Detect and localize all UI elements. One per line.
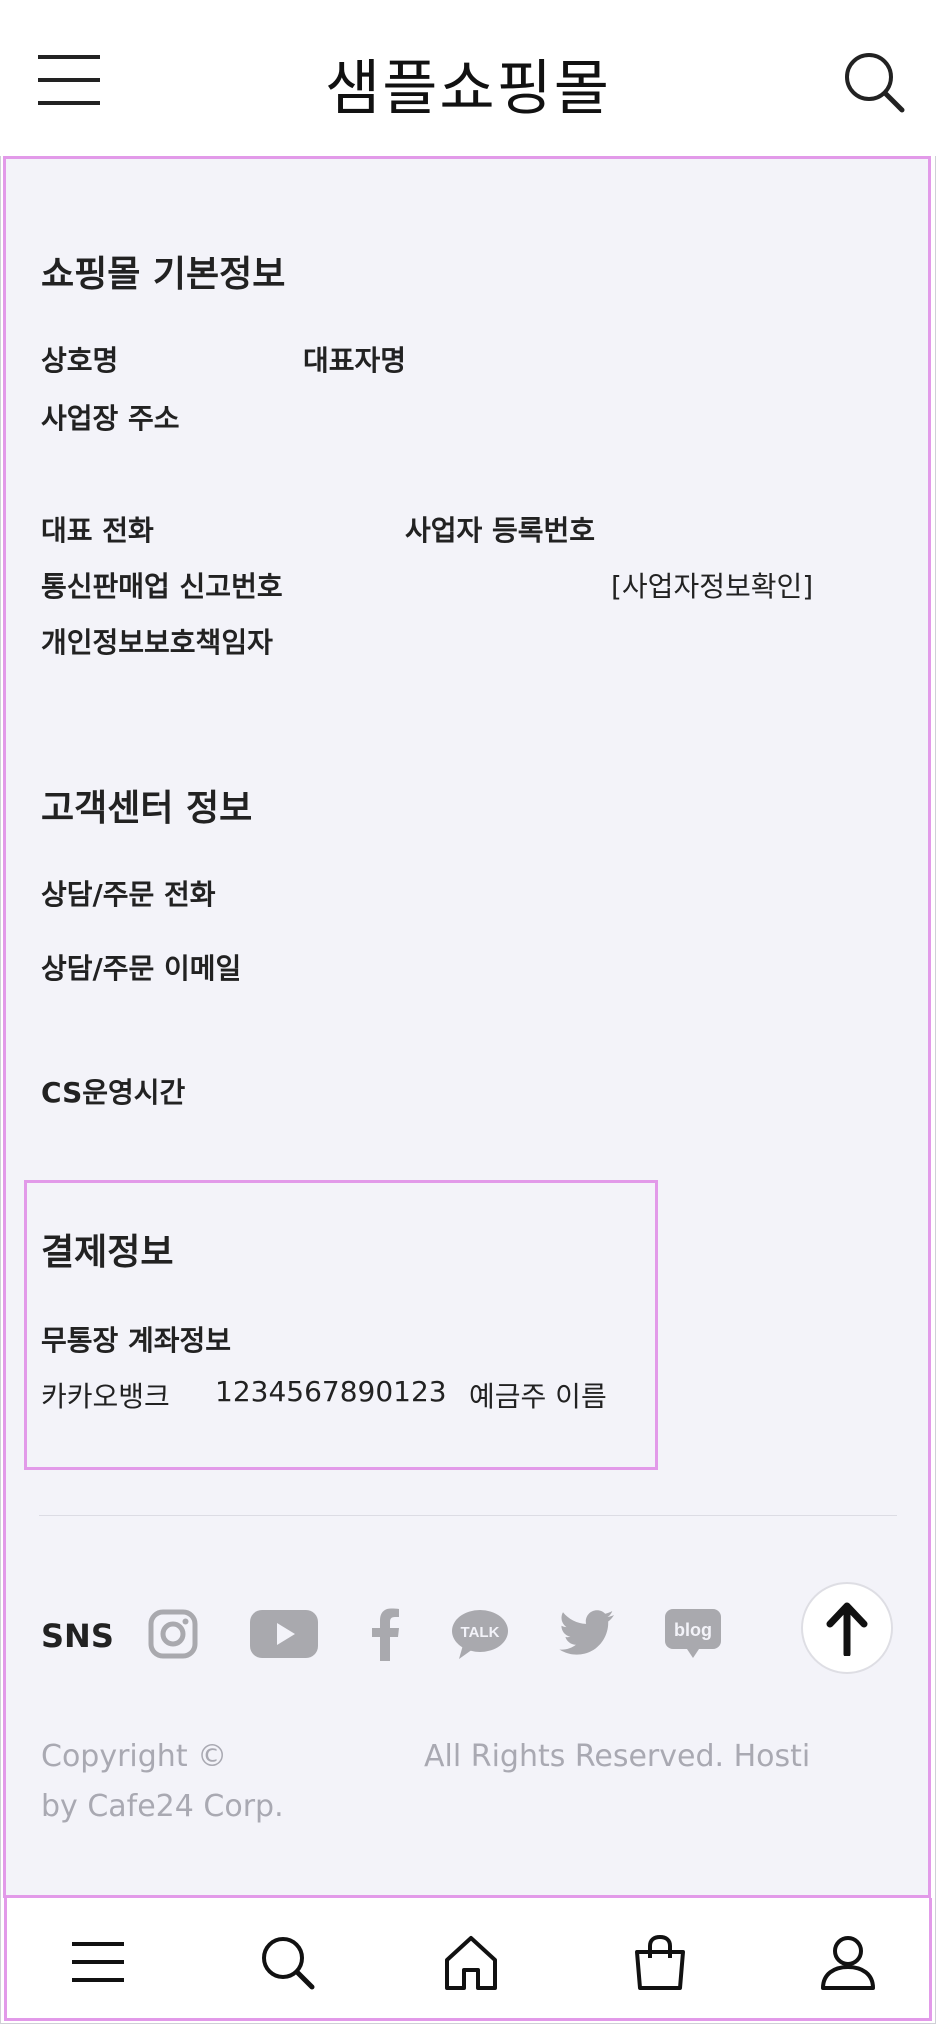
search-icon[interactable]	[259, 1934, 315, 1990]
cs-phone-label: 상담/주문 전화	[41, 878, 216, 911]
ceo-name-label: 대표자명	[303, 344, 407, 377]
cs-info-heading: 고객센터 정보	[41, 788, 253, 829]
company-name-label: 상호명	[41, 344, 119, 377]
blog-icon[interactable]: blog	[665, 1609, 721, 1659]
cart-icon[interactable]	[632, 1934, 688, 1990]
mail-order-label: 통신판매업 신고번호	[41, 570, 283, 603]
biz-reg-no-label: 사업자 등록번호	[405, 514, 596, 547]
phone-label: 대표 전화	[41, 514, 154, 547]
facebook-icon[interactable]	[370, 1607, 400, 1661]
top-header: 샘플쇼핑몰	[0, 0, 936, 156]
search-icon[interactable]	[842, 50, 906, 114]
payment-info-heading: 결제정보	[41, 1232, 174, 1273]
svg-text:TALK: TALK	[461, 1624, 500, 1641]
account-number: 1234567890123	[215, 1375, 447, 1408]
privacy-officer-label: 개인정보보호책임자	[41, 626, 273, 659]
scroll-to-top-button[interactable]	[801, 1582, 893, 1674]
account-holder: 예금주 이름	[469, 1380, 607, 1413]
instagram-icon[interactable]	[148, 1609, 198, 1659]
copyright-text: Copyright ©	[41, 1739, 228, 1774]
site-title[interactable]: 샘플쇼핑몰	[0, 40, 936, 127]
twitter-icon[interactable]	[559, 1609, 615, 1657]
menu-icon[interactable]	[70, 1934, 126, 1990]
footer-divider	[39, 1515, 897, 1516]
biz-info-check-link[interactable]: [사업자정보확인]	[611, 565, 813, 605]
cafe24-credit-text: by Cafe24 Corp.	[41, 1789, 284, 1824]
footer-info-section: 쇼핑몰 기본정보 상호명 대표자명 사업장 주소 대표 전화 사업자 등록번호 …	[3, 156, 931, 1898]
bank-account-label: 무통장 계좌정보	[41, 1324, 232, 1357]
svg-text:blog: blog	[674, 1620, 712, 1640]
my-page-icon[interactable]	[820, 1934, 876, 1990]
shop-info-heading: 쇼핑몰 기본정보	[41, 254, 286, 295]
cs-email-label: 상담/주문 이메일	[41, 952, 242, 985]
cs-hours-label: CS운영시간	[41, 1076, 186, 1109]
bottom-navigation-bar	[4, 1898, 932, 2021]
youtube-icon[interactable]	[250, 1609, 318, 1659]
address-label: 사업장 주소	[41, 402, 180, 435]
kakaotalk-icon[interactable]: TALK	[451, 1609, 509, 1661]
rights-reserved-text: All Rights Reserved. Hosti	[424, 1739, 811, 1774]
home-icon[interactable]	[443, 1934, 499, 1990]
sns-label: SNS	[41, 1617, 114, 1655]
arrow-up-icon	[826, 1602, 868, 1656]
bank-name: 카카오뱅크	[41, 1380, 170, 1413]
